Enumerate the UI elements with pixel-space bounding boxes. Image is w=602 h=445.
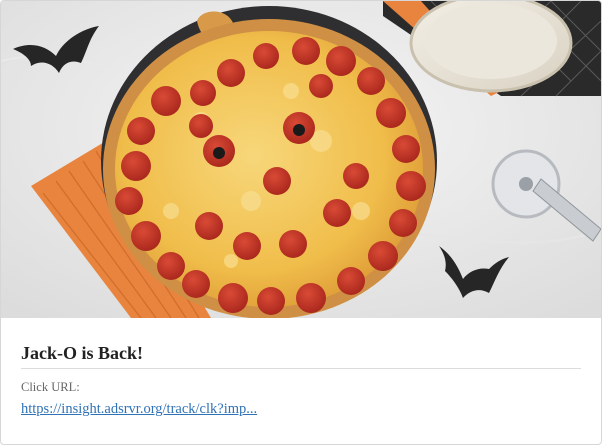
click-url-label: Click URL: [21,380,80,394]
click-url-link[interactable]: https://insight.adsrvr.org/track/clk?imp… [21,400,257,418]
ad-title: Jack-O is Back! [21,342,581,369]
ad-card: Jack-O is Back! Click URL: https://insig… [0,0,602,445]
pizza-illustration [1,1,601,318]
ad-card-body: Jack-O is Back! Click URL: https://insig… [21,318,581,418]
serving-pan [409,1,573,93]
ad-image[interactable] [1,1,601,318]
